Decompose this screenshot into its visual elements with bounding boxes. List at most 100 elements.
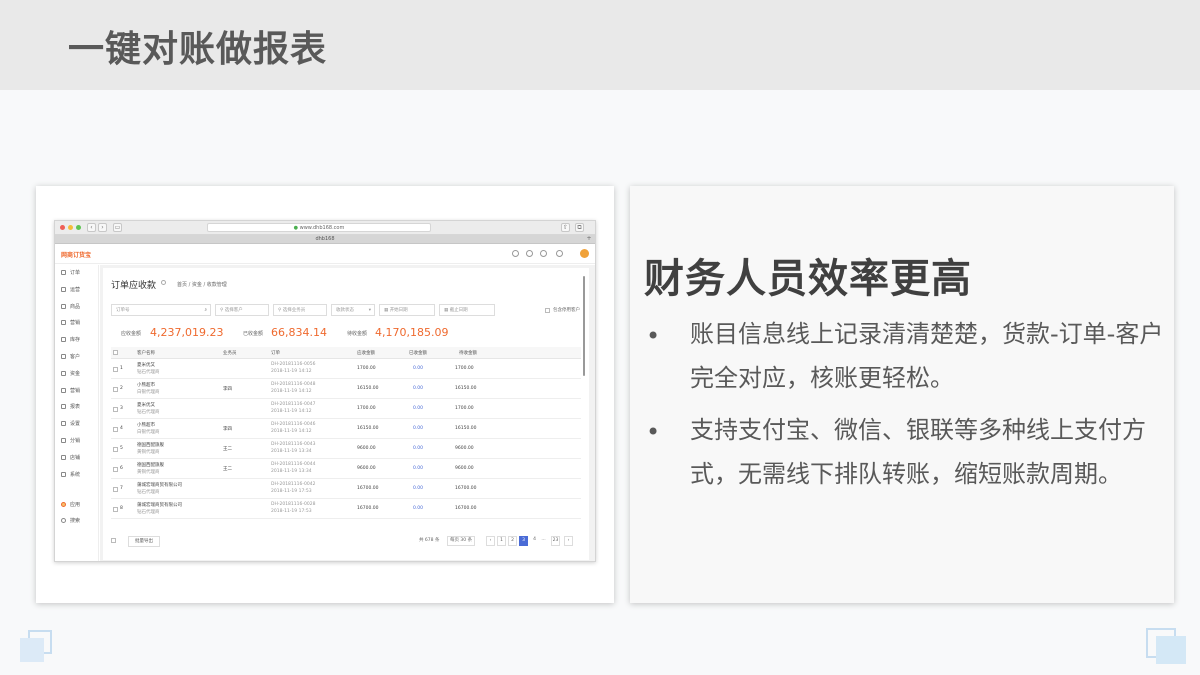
maximize-dot-icon[interactable] — [76, 225, 81, 230]
table-row[interactable]: 8 蒲城宏瑞商贸有限公司 钻石代理商 DH-20181116-0028 2018-11-… — [111, 500, 581, 519]
customer-name[interactable]: 蒲城宏瑞商贸有限公司 — [137, 482, 182, 488]
status-select[interactable]: 收款状态 ▾ — [331, 304, 375, 316]
table-row[interactable]: 3 夏米优又 钻石代理商 DH-20181116-0047 2018-11-19 14:… — [111, 400, 581, 419]
sidebar-item[interactable]: 订单 — [55, 265, 98, 282]
row-checkbox[interactable] — [113, 427, 118, 432]
sidebar-item[interactable]: 运营 — [55, 282, 98, 299]
sidebar-item[interactable]: 系统 — [55, 467, 98, 484]
sidebar-item[interactable]: 客户 — [55, 349, 98, 366]
sidebar-item-icon — [61, 353, 66, 359]
row-checkbox[interactable] — [113, 467, 118, 472]
row-checkbox[interactable] — [113, 387, 118, 392]
avatar[interactable] — [580, 249, 589, 258]
sidebar-item[interactable]: 库存 — [55, 332, 98, 349]
end-date-input[interactable]: ▦ 截止日期 — [439, 304, 495, 316]
customer-name[interactable]: 夏米优又 — [137, 362, 155, 368]
customer-name[interactable]: 夏米优又 — [137, 402, 155, 408]
sidebar-toggle-icon[interactable]: ▭ — [113, 223, 122, 232]
forward-icon[interactable]: › — [98, 223, 107, 232]
sidebar-item[interactable]: 报表 — [55, 399, 98, 416]
row-checkbox[interactable] — [113, 487, 118, 492]
page-button[interactable]: 1 — [497, 536, 506, 546]
footer-select-all-checkbox[interactable] — [111, 538, 116, 543]
select-all-checkbox[interactable] — [113, 350, 118, 355]
column-header[interactable]: 客户名称 — [137, 350, 155, 356]
sidebar-item[interactable]: 资金 — [55, 366, 98, 383]
next-page-button[interactable]: › — [564, 536, 573, 546]
table-row[interactable]: 2 小熊超市 白银代理商 李四 DH-20181116-0048 2018-11-19 1… — [111, 380, 581, 399]
column-header[interactable]: 待收金额 — [459, 350, 477, 356]
sidebar-item-icon — [61, 454, 66, 460]
order-number[interactable]: DH-20181116-0028 — [271, 502, 315, 507]
tabs-icon[interactable]: ⧉ — [575, 223, 584, 232]
order-number[interactable]: DH-20181116-0047 — [271, 402, 315, 407]
order-number[interactable]: DH-20181116-0043 — [271, 442, 315, 447]
column-header[interactable]: 订单 — [271, 350, 280, 356]
sidebar-item[interactable]: 商品 — [55, 299, 98, 316]
table-row[interactable]: 5 德国西配旗舰 黄铜代理商 王二 DH-20181116-0043 2018-11-19… — [111, 440, 581, 459]
customer-name[interactable]: 小熊超市 — [137, 422, 155, 428]
url-bar[interactable]: ● www.dhb168.com — [207, 223, 431, 232]
salesperson-select[interactable]: ⚲ 选择业务员 — [273, 304, 327, 316]
customer-select[interactable]: ⚲ 选择客户 — [215, 304, 269, 316]
sidebar-item[interactable]: 分销 — [55, 433, 98, 450]
browser-window: ‹ › ▭ ● www.dhb168.com ⇧ ⧉ dhb168 + 网商订货… — [54, 220, 596, 562]
order-number[interactable]: DH-20181116-0048 — [271, 382, 315, 387]
page-button[interactable]: 23 — [551, 536, 560, 546]
start-date-input[interactable]: ▦ 开始日期 — [379, 304, 435, 316]
share-icon[interactable]: ⇧ — [561, 223, 570, 232]
page-button-active[interactable]: 3 — [519, 536, 528, 546]
customer-name[interactable]: 小熊超市 — [137, 382, 155, 388]
new-tab-icon[interactable]: + — [585, 235, 593, 243]
message-icon[interactable] — [540, 250, 547, 257]
customer-name[interactable]: 德国西配旗舰 — [137, 462, 164, 468]
column-header[interactable]: 业务员 — [223, 350, 237, 356]
order-no-input[interactable]: 订单号 ⌕ — [111, 304, 211, 316]
row-checkbox[interactable] — [113, 447, 118, 452]
start-date-placeholder: 开始日期 — [389, 308, 408, 313]
page-button[interactable]: 2 — [508, 536, 517, 546]
column-header[interactable]: 已收金额 — [409, 350, 427, 356]
prev-page-button[interactable]: ‹ — [486, 536, 495, 546]
row-index: 3 — [120, 406, 123, 411]
customer-name[interactable]: 德国西配旗舰 — [137, 442, 164, 448]
back-icon[interactable]: ‹ — [87, 223, 96, 232]
table-row[interactable]: 7 蒲城宏瑞商贸有限公司 钻石代理商 DH-20181116-0042 2018-11-… — [111, 480, 581, 499]
row-checkbox[interactable] — [113, 507, 118, 512]
scrollbar[interactable] — [583, 276, 585, 376]
page-button[interactable]: 4 — [530, 536, 539, 546]
refresh-icon[interactable] — [512, 250, 519, 257]
sidebar-item[interactable]: 营销 — [55, 383, 98, 400]
help-circle-icon[interactable] — [161, 280, 166, 285]
customer-name[interactable]: 蒲城宏瑞商贸有限公司 — [137, 502, 182, 508]
column-header[interactable]: 应收金额 — [357, 350, 375, 356]
table-row[interactable]: 1 夏米优又 钻石代理商 DH-20181116-0056 2018-11-19 14:… — [111, 360, 581, 379]
order-number[interactable]: DH-20181116-0056 — [271, 362, 315, 367]
sidebar-item[interactable]: 店铺 — [55, 450, 98, 467]
order-number[interactable]: DH-20181116-0046 — [271, 422, 315, 427]
row-checkbox[interactable] — [113, 367, 118, 372]
sidebar-item[interactable]: 设置 — [55, 416, 98, 433]
show-disabled-checkbox[interactable] — [545, 308, 550, 313]
sidebar-item-apps[interactable]: 应用 — [55, 497, 99, 513]
table-row[interactable]: 4 小熊超市 白银代理商 李四 DH-20181116-0046 2018-11-19 1… — [111, 420, 581, 439]
table-row[interactable]: 6 德国西配旗舰 黄铜代理商 王二 DH-20181116-0044 2018-11-19… — [111, 460, 581, 479]
text-card: 财务人员效率更高 • 账目信息线上记录清清楚楚，货款-订单-客户完全对应，核账更… — [630, 186, 1174, 603]
tab-active[interactable]: dhb168 — [315, 236, 334, 242]
order-date: 2018-11-19 13:34 — [271, 469, 312, 474]
sidebar-item[interactable]: 营销 — [55, 315, 98, 332]
order-number[interactable]: DH-20181116-0044 — [271, 462, 315, 467]
order-number[interactable]: DH-20181116-0042 — [271, 482, 315, 487]
order-no-placeholder: 订单号 — [116, 308, 130, 313]
export-button[interactable]: 批量导出 — [128, 536, 160, 547]
help-icon[interactable] — [556, 250, 563, 257]
per-page-select[interactable]: 每页 30 条 — [447, 536, 476, 546]
row-checkbox[interactable] — [113, 407, 118, 412]
sidebar-item-search[interactable]: 搜索 — [55, 513, 99, 529]
search-icon[interactable]: ⌕ — [204, 305, 207, 315]
bell-icon[interactable] — [526, 250, 533, 257]
close-dot-icon[interactable] — [60, 225, 65, 230]
total-count: 共 678 条 — [419, 538, 440, 543]
minimize-dot-icon[interactable] — [68, 225, 73, 230]
amount-due: 9600.00 — [357, 446, 376, 451]
